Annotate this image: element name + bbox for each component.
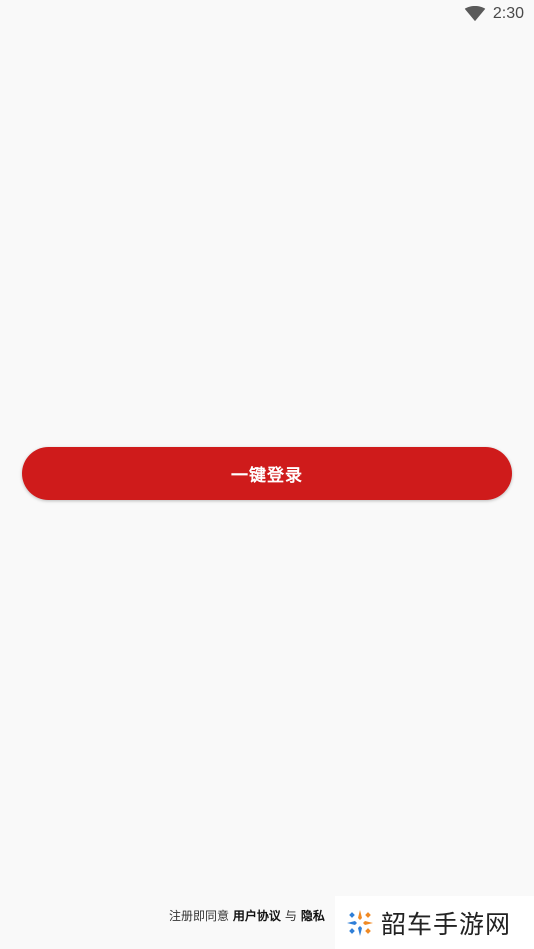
privacy-policy-link[interactable]: 隐私 [301,909,325,923]
agreement-notice: 注册即同意 用户协议与隐私 [169,908,325,924]
status-time: 2:30 [492,5,524,22]
wifi-icon [464,6,486,22]
watermark-text: 韶车手游网 [381,909,512,939]
one-click-login-button[interactable]: 一键登录 [22,447,512,500]
status-bar: 2:30 [0,0,534,30]
watermark: 韶车手游网 [335,896,534,949]
agreement-conjunction: 与 [284,909,297,923]
agreement-prefix: 注册即同意 [169,909,230,923]
sparkle-logo-icon [347,909,373,936]
user-agreement-link[interactable]: 用户协议 [233,909,281,923]
